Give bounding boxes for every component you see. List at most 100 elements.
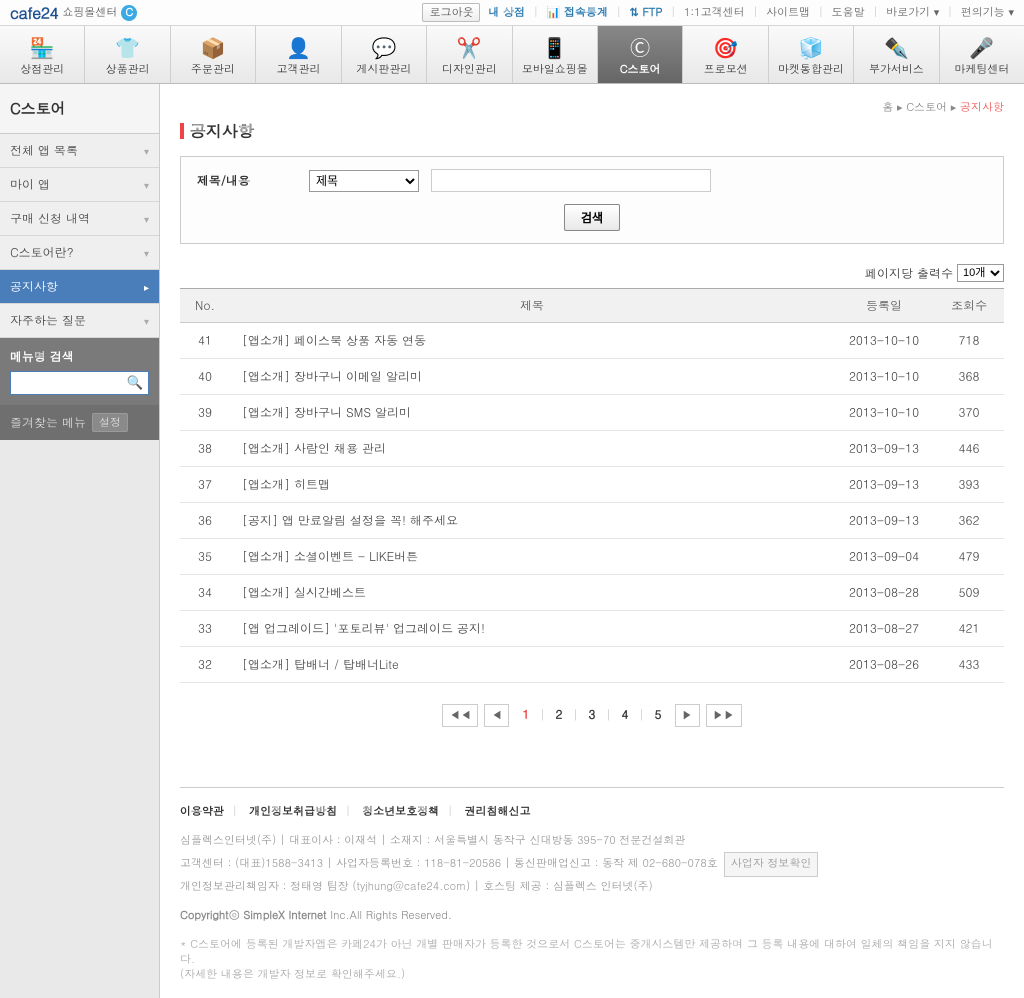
page-5[interactable]: 5 [649, 703, 668, 726]
mobile-icon: 📱 [541, 34, 569, 58]
footer-note: * C스토어에 등록된 개발자앱은 카페24가 아닌 개별 판매자가 등록한 것… [180, 937, 1004, 982]
sidebar-search-input[interactable] [11, 372, 122, 394]
footer-links: 이용약관| 개인정보취급방침| 청소년보호정책| 권리침해신고 [180, 804, 1004, 819]
speech-icon: 💬 [370, 34, 398, 58]
footer-link-privacy[interactable]: 개인정보취급방침 [249, 804, 337, 819]
sidebar-title: C스토어 [0, 84, 159, 134]
nav-promotion[interactable]: 🎯프로모션 [683, 26, 768, 83]
sitemap-link[interactable]: 사이트맵 [766, 5, 810, 20]
cell-title[interactable]: [앱소개] 실시간베스트 [230, 575, 834, 611]
top-bar: cafe24 쇼핑몰센터 C 로그아웃 내 상점 | 📊 접속통계 | ⇅ FT… [0, 0, 1024, 26]
stats-link[interactable]: 📊 접속통계 [547, 5, 608, 20]
help-link[interactable]: 도움말 [832, 5, 865, 20]
page-4[interactable]: 4 [616, 703, 635, 726]
page-prev-button[interactable]: ◀ [484, 704, 509, 727]
content: 홈 ▸ C스토어 ▸ 공지사항 공지사항 제목/내용 제목 검색 페이지당 출력… [160, 84, 1024, 998]
nav-market[interactable]: 🧊마켓통합관리 [769, 26, 854, 83]
cell-title[interactable]: [앱소개] 탑배너 / 탑배너Lite [230, 647, 834, 683]
sidebar-item-about[interactable]: C스토어란?▾ [0, 236, 159, 270]
breadcrumb-home[interactable]: 홈 [882, 100, 893, 115]
my-shop-link[interactable]: 내 상점 [488, 5, 525, 20]
cell-no: 35 [180, 539, 230, 575]
table-row: 33 [앱 업그레이드] '포토리뷰' 업그레이드 공지! 2013-08-27… [180, 611, 1004, 647]
cell-title[interactable]: [앱소개] 장바구니 이메일 알리미 [230, 359, 834, 395]
cell-title[interactable]: [앱소개] 페이스북 상품 자동 연동 [230, 323, 834, 359]
cell-no: 36 [180, 503, 230, 539]
footer-link-youth[interactable]: 청소년보호정책 [362, 804, 439, 819]
target-icon: 🎯 [712, 34, 740, 58]
cell-views: 370 [934, 395, 1004, 431]
sidebar-item-all-apps[interactable]: 전체 앱 목록▾ [0, 134, 159, 168]
cell-date: 2013-08-26 [834, 647, 934, 683]
chevron-right-icon: ▸ [144, 280, 149, 294]
table-row: 36 [공지] 앱 만료알림 설정을 꼭! 해주세요 2013-09-13 36… [180, 503, 1004, 539]
table-row: 35 [앱소개] 소셜이벤트 - LIKE버튼 2013-09-04 479 [180, 539, 1004, 575]
nav-board[interactable]: 💬게시판관리 [342, 26, 427, 83]
biz-info-button[interactable]: 사업자 정보확인 [724, 852, 819, 877]
logo-sub: 쇼핑몰센터 [62, 5, 117, 20]
cs-link[interactable]: 1:1고객센터 [684, 5, 745, 20]
nav-cstore[interactable]: ⒸC스토어 [598, 26, 683, 83]
cell-title[interactable]: [공지] 앱 만료알림 설정을 꼭! 해주세요 [230, 503, 834, 539]
chevron-down-icon: ▾ [144, 144, 149, 158]
nav-shop[interactable]: 🏪상점관리 [0, 26, 85, 83]
footer-copyright: Copyrightⓒ SimpleX Internet Inc.All Righ… [180, 908, 1004, 923]
page-2[interactable]: 2 [550, 703, 569, 726]
package-icon: 📦 [199, 34, 227, 58]
sidebar-favorites: 즐겨찾는 메뉴 설정 [0, 405, 159, 440]
search-button[interactable]: 검색 [564, 204, 620, 231]
cell-title[interactable]: [앱소개] 사람인 채용 관리 [230, 431, 834, 467]
nav-order[interactable]: 📦주문관리 [171, 26, 256, 83]
nav-customer[interactable]: 👤고객관리 [256, 26, 341, 83]
sidebar-search-label: 메뉴명 검색 [10, 348, 149, 365]
cell-no: 33 [180, 611, 230, 647]
cell-title[interactable]: [앱소개] 히트맵 [230, 467, 834, 503]
sidebar-item-my-app[interactable]: 마이 앱▾ [0, 168, 159, 202]
nav-product[interactable]: 👕상품관리 [85, 26, 170, 83]
footer-link-report[interactable]: 권리침해신고 [465, 804, 531, 819]
notice-table: No. 제목 등록일 조회수 41 [앱소개] 페이스북 상품 자동 연동 20… [180, 288, 1004, 683]
extra-link[interactable]: 편의기능 ▾ [961, 5, 1014, 20]
nav-addon[interactable]: ✒️부가서비스 [854, 26, 939, 83]
page-first-button[interactable]: ◀◀ [442, 704, 478, 727]
cell-title[interactable]: [앱 업그레이드] '포토리뷰' 업그레이드 공지! [230, 611, 834, 647]
search-type-select[interactable]: 제목 [309, 170, 419, 192]
cell-date: 2013-09-13 [834, 503, 934, 539]
cell-title[interactable]: [앱소개] 소셜이벤트 - LIKE버튼 [230, 539, 834, 575]
chevron-down-icon: ▾ [144, 178, 149, 192]
sidebar-search: 메뉴명 검색 🔍 [0, 338, 159, 405]
ftp-link[interactable]: ⇅ FTP [630, 5, 663, 20]
sidebar-item-faq[interactable]: 자주하는 질문▾ [0, 304, 159, 338]
search-box: 제목/내용 제목 검색 [180, 156, 1004, 244]
page-1[interactable]: 1 [517, 703, 536, 726]
nav-design[interactable]: ✂️디자인관리 [427, 26, 512, 83]
table-row: 34 [앱소개] 실시간베스트 2013-08-28 509 [180, 575, 1004, 611]
cell-title[interactable]: [앱소개] 장바구니 SMS 알리미 [230, 395, 834, 431]
shortcut-link[interactable]: 바로가기 ▾ [886, 5, 939, 20]
sidebar-item-notice[interactable]: 공지사항▸ [0, 270, 159, 304]
page-last-button[interactable]: ▶▶ [706, 704, 742, 727]
page-next-button[interactable]: ▶ [675, 704, 700, 727]
footer-link-terms[interactable]: 이용약관 [180, 804, 224, 819]
nav-marketing[interactable]: 🎤마케팅센터 [940, 26, 1024, 83]
logout-button[interactable]: 로그아웃 [422, 3, 480, 22]
search-keyword-input[interactable] [431, 169, 711, 192]
table-row: 39 [앱소개] 장바구니 SMS 알리미 2013-10-10 370 [180, 395, 1004, 431]
cell-no: 38 [180, 431, 230, 467]
page-3[interactable]: 3 [583, 703, 602, 726]
table-row: 41 [앱소개] 페이스북 상품 자동 연동 2013-10-10 718 [180, 323, 1004, 359]
sidebar-fav-set-button[interactable]: 설정 [92, 413, 128, 432]
table-row: 37 [앱소개] 히트맵 2013-09-13 393 [180, 467, 1004, 503]
per-page-select[interactable]: 10개 [957, 264, 1004, 282]
cell-date: 2013-09-04 [834, 539, 934, 575]
logo[interactable]: cafe24 쇼핑몰센터 C [10, 1, 137, 24]
sidebar-item-purchase[interactable]: 구매 신청 내역▾ [0, 202, 159, 236]
cell-date: 2013-09-13 [834, 431, 934, 467]
cell-no: 37 [180, 467, 230, 503]
cell-views: 421 [934, 611, 1004, 647]
nav-mobile[interactable]: 📱모바일쇼핑몰 [513, 26, 598, 83]
breadcrumb-mid[interactable]: C스토어 [906, 100, 947, 115]
cell-no: 41 [180, 323, 230, 359]
table-row: 40 [앱소개] 장바구니 이메일 알리미 2013-10-10 368 [180, 359, 1004, 395]
sidebar-search-button[interactable]: 🔍 [122, 372, 148, 394]
